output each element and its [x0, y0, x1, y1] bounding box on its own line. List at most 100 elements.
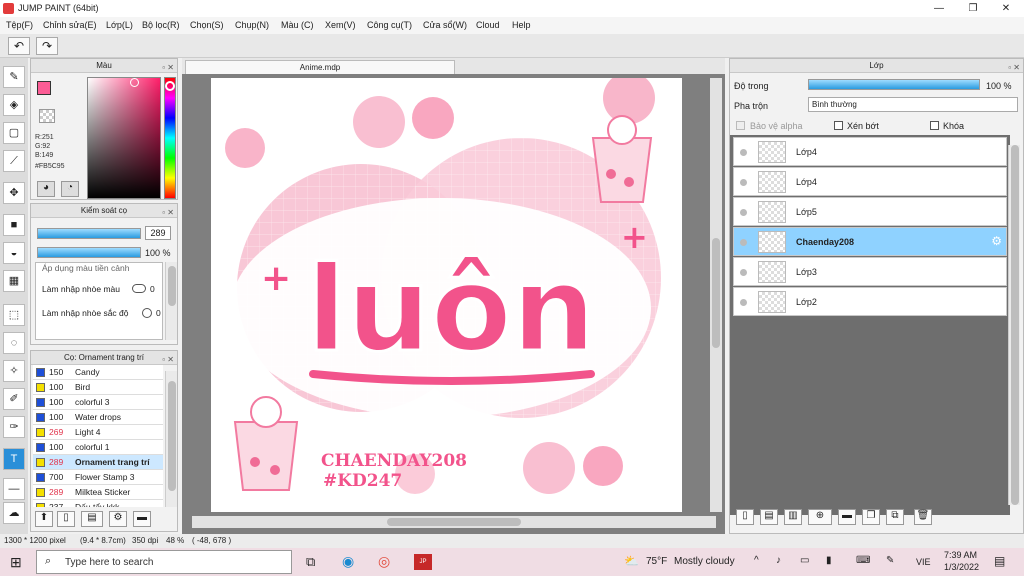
brush-size-slider[interactable] [37, 228, 141, 239]
marquee-tool-icon[interactable]: ⬚ [3, 304, 25, 326]
layer-row[interactable]: Lớp4 [733, 167, 1007, 196]
scrollbar-thumb[interactable] [168, 381, 176, 491]
brush-settings-icon[interactable]: ⚙ [109, 511, 127, 527]
tray-chevron-icon[interactable]: ^ [754, 555, 759, 566]
brush-list-scrollbar[interactable] [165, 371, 177, 507]
cloud-tool-icon[interactable]: ☁ [3, 502, 25, 524]
new-halftone-layer-icon[interactable]: ▤ [760, 509, 778, 525]
document-tab[interactable]: Anime.mdp [185, 60, 455, 74]
new-8bit-layer-icon[interactable]: ▥ [784, 509, 802, 525]
protect-alpha-checkbox[interactable] [736, 121, 745, 130]
eraser-tool-icon[interactable]: ◈ [3, 94, 25, 116]
weather-desc[interactable]: Mostly cloudy [674, 556, 735, 567]
redo-button[interactable]: ↷ [36, 37, 58, 55]
shape-tool-icon[interactable]: ■ [3, 214, 25, 236]
fill-tool-icon[interactable]: ◒ [3, 242, 25, 264]
brush-opacity-slider[interactable] [37, 247, 141, 258]
layer-settings-icon[interactable]: ⚙ [991, 234, 1002, 248]
keyboard-icon[interactable]: ⌨ [856, 555, 870, 566]
brush-list-item[interactable]: 289 Milktea Sticker [33, 485, 163, 500]
brush-size-value[interactable]: 289 [145, 226, 171, 240]
canvas-vertical-scrollbar[interactable] [710, 78, 722, 512]
menu-tools[interactable]: Công cụ(T) [367, 20, 412, 30]
brush-opt-foreground[interactable]: Áp dụng màu tiền cảnh [42, 263, 129, 273]
lock-checkbox[interactable] [930, 121, 939, 130]
brush-tool-icon[interactable]: ⟋ [3, 150, 25, 172]
brush-list-item[interactable]: 700 Flower Stamp 3 [33, 470, 163, 485]
brush-list-item[interactable]: 237 Dấu tẩy kkk [33, 500, 163, 507]
scrollbar-thumb[interactable] [168, 266, 176, 306]
layer-visibility-icon[interactable] [740, 209, 747, 216]
layer-visibility-icon[interactable] [740, 179, 747, 186]
layer-row[interactable]: Lớp2 [733, 287, 1007, 316]
brush-list-item[interactable]: 289 Ornament trang trí [33, 455, 163, 470]
brush-options-scrollbar[interactable] [165, 262, 177, 340]
menu-layer[interactable]: Lớp(L) [106, 20, 133, 30]
brush-list-item[interactable]: 100 colorful 1 [33, 440, 163, 455]
menu-filter[interactable]: Bộ lọc(R) [142, 20, 180, 30]
menu-color[interactable]: Màu (C) [281, 20, 314, 30]
menu-select[interactable]: Chọn(S) [190, 20, 224, 30]
merge-layer-icon[interactable]: ⧉ [886, 509, 904, 525]
menu-window[interactable]: Cửa sổ(W) [423, 20, 467, 30]
blend-mode-select[interactable]: Bình thường [808, 97, 1018, 112]
palette-settings-icon[interactable]: ◔ [61, 181, 79, 197]
maximize-button[interactable]: ❐ [956, 0, 990, 17]
language-indicator[interactable]: VIE [916, 557, 931, 567]
sv-picker-handle[interactable] [130, 78, 139, 87]
saturation-value-picker[interactable] [87, 77, 161, 199]
panel-close-icon[interactable]: ▫ ✕ [162, 61, 174, 75]
transparent-color-swatch[interactable] [39, 109, 55, 123]
layer-visibility-icon[interactable] [740, 299, 747, 306]
divider-tool-icon[interactable]: — [3, 478, 25, 500]
clock-date[interactable]: 1/3/2022 [944, 562, 979, 572]
volume-icon[interactable]: ♪ [776, 555, 781, 566]
brush-folder-icon[interactable]: ▬ [133, 511, 151, 527]
move-tool-icon[interactable]: ✥ [3, 182, 25, 204]
layer-visibility-icon[interactable] [740, 149, 747, 156]
battery-icon[interactable]: ▮ [826, 555, 832, 566]
select-rect-tool-icon[interactable]: ▢ [3, 122, 25, 144]
menu-help[interactable]: Help [512, 20, 531, 30]
close-button[interactable]: ✕ [989, 0, 1023, 17]
pen-tool-icon[interactable]: ✎ [3, 66, 25, 88]
duplicate-layer-icon[interactable]: ❐ [862, 509, 880, 525]
chrome-icon[interactable]: ◎ [378, 553, 390, 570]
brush-list-item[interactable]: 269 Light 4 [33, 425, 163, 440]
lasso-tool-icon[interactable]: ◌ [3, 332, 25, 354]
menu-file[interactable]: Tệp(F) [6, 20, 33, 30]
blend-shade-toggle[interactable] [142, 308, 152, 318]
clipping-checkbox[interactable] [834, 121, 843, 130]
jump-paint-taskbar-icon[interactable]: JP [414, 554, 432, 570]
palette-icon[interactable]: ◕ [37, 181, 55, 197]
task-view-icon[interactable]: ⧉ [306, 554, 315, 570]
hue-slider-handle[interactable] [165, 81, 175, 91]
layer-visibility-icon[interactable] [740, 239, 747, 246]
layer-opacity-slider[interactable] [808, 79, 980, 90]
new-layer-icon[interactable]: ▯ [736, 509, 754, 525]
new-brush-icon[interactable]: ▯ [57, 511, 75, 527]
layer-visibility-icon[interactable] [740, 269, 747, 276]
layer-row[interactable]: Lớp3 [733, 257, 1007, 286]
notifications-icon[interactable]: ▤ [994, 554, 1005, 568]
text-tool-icon[interactable]: T [3, 448, 25, 470]
magic-wand-tool-icon[interactable]: ✧ [3, 360, 25, 382]
undo-button[interactable]: ↶ [8, 37, 30, 55]
foreground-color-swatch[interactable] [37, 81, 51, 95]
menu-edit[interactable]: Chỉnh sửa(E) [43, 20, 97, 30]
brush-list-item[interactable]: 100 colorful 3 [33, 395, 163, 410]
select-pen-tool-icon[interactable]: ✐ [3, 388, 25, 410]
layer-list-scrollbar[interactable] [1008, 145, 1020, 505]
brush-upload-icon[interactable]: ⬆ [35, 511, 53, 527]
layer-row[interactable]: Lớp5 [733, 197, 1007, 226]
minimize-button[interactable]: — [922, 0, 956, 17]
add-layer-menu-icon[interactable]: ⊕ [808, 509, 832, 525]
panel-close-icon[interactable]: ▫ ✕ [162, 206, 174, 220]
menu-cloud[interactable]: Cloud [476, 20, 500, 30]
hue-slider[interactable] [164, 77, 176, 199]
scrollbar-thumb[interactable] [387, 518, 521, 526]
drawing-canvas[interactable]: luôn + + CHAENDAY208 #KD247 [211, 78, 682, 512]
windows-start-icon[interactable]: ⊞ [10, 554, 22, 571]
scrollbar-thumb[interactable] [1011, 145, 1019, 505]
network-icon[interactable]: ▭ [800, 555, 809, 566]
